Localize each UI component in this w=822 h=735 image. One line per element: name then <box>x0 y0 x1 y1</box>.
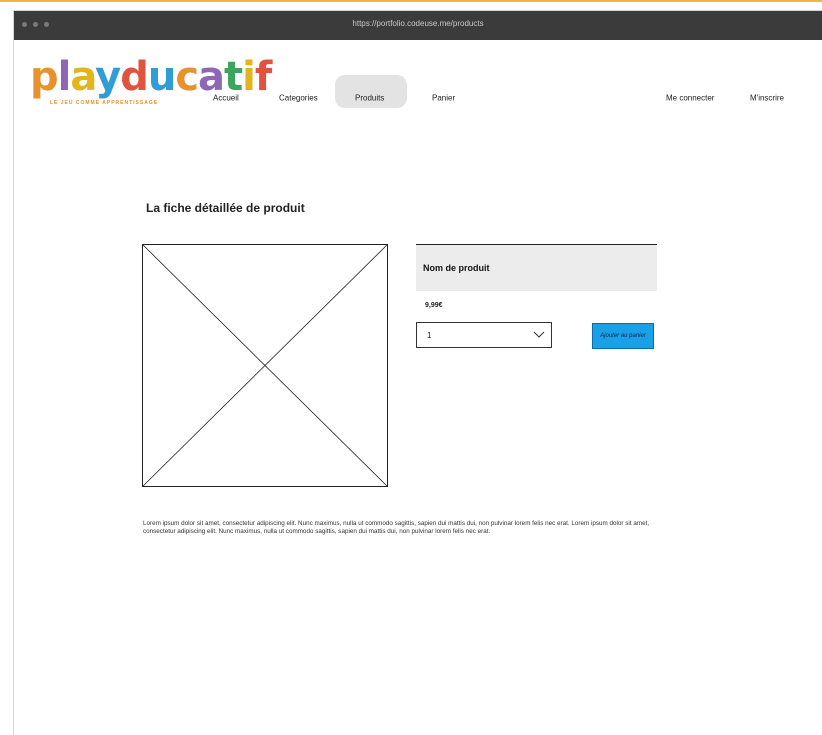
page-title: La fiche détaillée de produit <box>146 201 305 215</box>
logo-tagline: LE JEU COMME APPRENTISSAGE <box>50 100 159 106</box>
browser-titlebar: https://portfolio.codeuse.me/products <box>14 11 822 40</box>
product-description: Lorem ipsum dolor sit amet, consectetur … <box>143 520 650 535</box>
logo-wordmark: playducatif <box>30 54 272 100</box>
nav-active-highlight <box>335 75 407 108</box>
brand-logo[interactable]: playducatif LE JEU COMME APPRENTISSAGE <box>30 53 272 115</box>
signup-link[interactable]: M'inscrire <box>750 94 784 103</box>
nav-link-produits[interactable]: Produits <box>355 94 384 103</box>
product-image-placeholder <box>142 244 388 487</box>
nav-link-panier[interactable]: Panier <box>432 94 455 103</box>
top-accent-line <box>0 0 822 2</box>
product-price: 9,99€ <box>425 302 443 309</box>
nav-link-categories[interactable]: Categories <box>279 94 318 103</box>
add-to-cart-button[interactable]: Ajouter au panier <box>592 323 654 349</box>
login-link[interactable]: Me connecter <box>666 94 714 103</box>
nav-link-accueil[interactable]: Accueil <box>213 94 239 103</box>
address-bar-url[interactable]: https://portfolio.codeuse.me/products <box>14 19 822 28</box>
product-name: Nom de produit <box>423 263 490 273</box>
quantity-select[interactable]: 1 <box>416 322 552 348</box>
browser-window: https://portfolio.codeuse.me/products pl… <box>13 10 822 735</box>
quantity-selected-value: 1 <box>427 331 432 340</box>
chevron-down-icon <box>533 331 545 338</box>
